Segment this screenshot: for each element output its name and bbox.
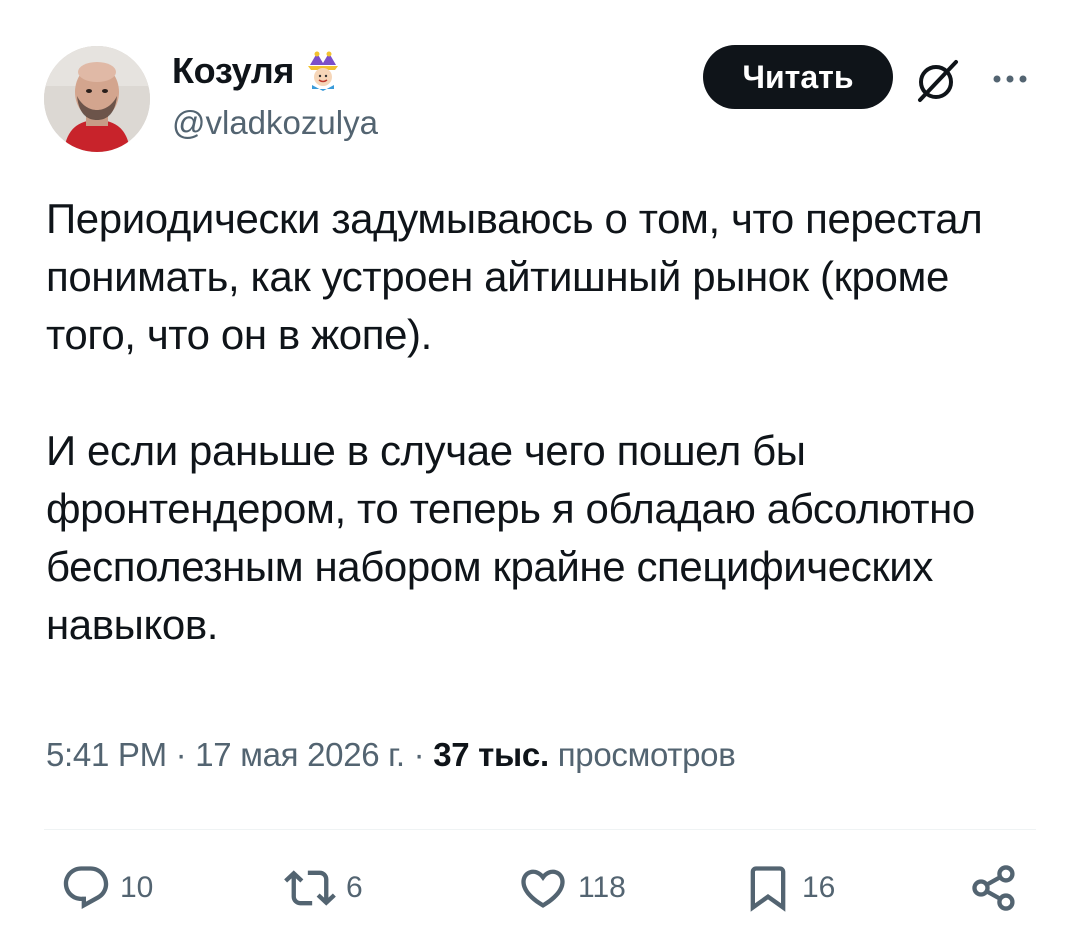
more-icon[interactable] — [985, 62, 1035, 96]
avatar-image — [44, 46, 150, 152]
tweet-date[interactable]: 17 мая 2026 г. — [195, 736, 405, 773]
divider — [44, 829, 1036, 830]
share-button[interactable] — [968, 862, 1020, 914]
tweet-paragraph: И если раньше в случае чего пошел бы фро… — [46, 427, 975, 648]
views-label: просмотров — [557, 736, 736, 773]
bookmark-icon — [750, 866, 786, 912]
author-display-name[interactable]: Козуля — [172, 50, 294, 92]
views-count: 37 тыс. — [433, 736, 549, 773]
author-name-row: Козуля — [172, 50, 340, 92]
like-count: 118 — [578, 871, 626, 904]
tweet-paragraph: Периодически задумываюсь о том, что пере… — [46, 195, 983, 358]
meta-separator: · — [404, 736, 434, 773]
repost-count: 6 — [346, 871, 363, 904]
share-icon — [972, 865, 1015, 911]
avatar[interactable] — [44, 46, 150, 152]
bookmark-button[interactable]: 16 — [742, 862, 835, 914]
grok-icon[interactable] — [912, 54, 964, 106]
heart-icon — [521, 869, 565, 908]
reply-icon — [63, 866, 109, 910]
follow-button[interactable]: Читать — [703, 45, 893, 109]
jester-emoji-icon — [306, 51, 340, 91]
bookmark-count: 16 — [802, 871, 836, 904]
tweet-meta: 5:41 PM · 17 мая 2026 г. · 37 тыс. просм… — [46, 736, 736, 774]
repost-button[interactable]: 6 — [282, 862, 363, 914]
repost-icon — [284, 870, 336, 906]
meta-separator: · — [166, 736, 196, 773]
reply-count: 10 — [120, 871, 154, 904]
author-handle[interactable]: @vladkozulya — [172, 104, 378, 142]
tweet-time[interactable]: 5:41 PM — [46, 736, 167, 773]
reply-button[interactable]: 10 — [60, 862, 153, 914]
like-button[interactable]: 118 — [516, 862, 626, 914]
tweet-text: Периодически задумываюсь о том, что пере… — [46, 190, 1026, 654]
